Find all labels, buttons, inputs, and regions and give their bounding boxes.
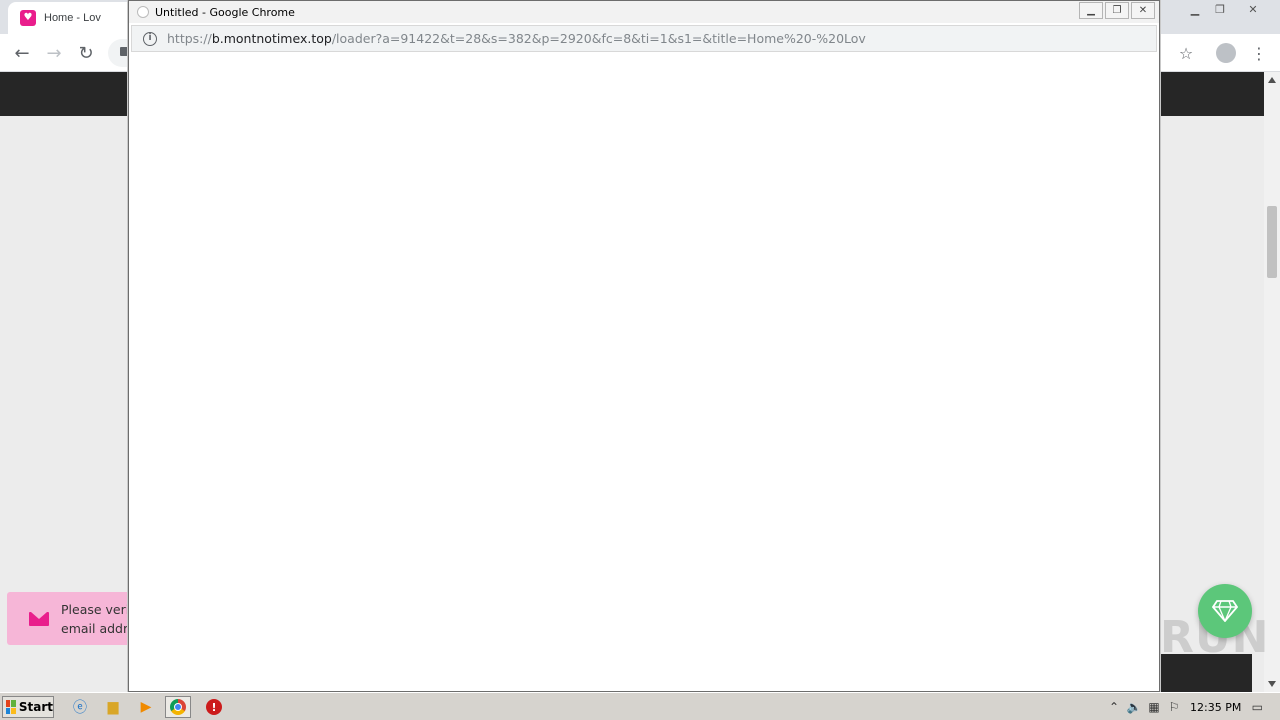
popup-minimize-icon[interactable]: ▁	[1079, 2, 1103, 19]
info-icon[interactable]: i	[143, 31, 157, 46]
chrome-taskbar-button[interactable]	[165, 696, 191, 718]
popup-titlebar[interactable]: Untitled - Google Chrome ▁ ❐ ✕	[129, 1, 1159, 23]
diamond-icon	[1212, 600, 1238, 622]
popup-title: Untitled - Google Chrome	[155, 5, 295, 19]
popup-window-controls: ▁ ❐ ✕	[1079, 2, 1155, 19]
taskbar-clock[interactable]: 12:35 PM	[1190, 701, 1241, 714]
windows-logo-icon	[6, 700, 16, 714]
popup-url[interactable]: https://b.montnotimex.top/loader?a=91422…	[167, 31, 866, 46]
taskbar: Start ⓔ ▆ ▶ ! ⌃ 🔈 ▦ ⚐ 12:35 PM ▭	[0, 692, 1280, 720]
restore-icon[interactable]: ❐	[1207, 0, 1233, 18]
start-button[interactable]: Start	[2, 696, 54, 718]
forward-arrow-icon[interactable]: →	[42, 41, 66, 65]
popup-address-bar[interactable]: i https://b.montnotimex.top/loader?a=914…	[131, 25, 1157, 52]
footer-dark-block	[1160, 654, 1252, 692]
site-heart-icon: ♥	[20, 10, 36, 26]
kebab-menu-icon[interactable]: ⋮	[1247, 41, 1271, 65]
close-icon[interactable]: ✕	[1240, 0, 1266, 18]
popup-browser-window: Untitled - Google Chrome ▁ ❐ ✕ i https:/…	[128, 0, 1160, 692]
stop-sign-icon[interactable]: !	[204, 697, 224, 717]
lock-icon	[120, 47, 128, 56]
chrome-icon	[170, 699, 186, 715]
profile-avatar-icon[interactable]	[1214, 41, 1238, 65]
reload-icon[interactable]: ↻	[74, 41, 98, 65]
tab-title: Home - Lov	[44, 12, 101, 24]
system-tray: ⌃ 🔈 ▦ ⚐ 12:35 PM ▭	[1104, 696, 1278, 718]
popup-maximize-icon[interactable]: ❐	[1105, 2, 1129, 19]
volume-icon[interactable]: 🔈	[1124, 698, 1144, 716]
network-icon[interactable]: ▦	[1144, 698, 1164, 716]
envelope-icon	[29, 611, 49, 626]
diamond-chat-button[interactable]	[1198, 584, 1252, 638]
show-hidden-icons-icon[interactable]: ⌃	[1104, 698, 1124, 716]
url-path: /loader?a=91422&t=28&s=382&p=2920&fc=8&t…	[331, 31, 866, 46]
page-scrollbar[interactable]	[1264, 72, 1280, 692]
popup-close-icon[interactable]: ✕	[1131, 2, 1155, 19]
tab-home[interactable]: ♥ Home - Lov	[8, 2, 138, 34]
media-player-icon[interactable]: ▶	[136, 697, 156, 717]
url-scheme: https://	[167, 31, 212, 46]
scroll-down-icon[interactable]	[1268, 681, 1276, 687]
url-host: b.montnotimex.top	[211, 31, 332, 46]
popup-page-content	[129, 53, 1159, 691]
minimize-icon[interactable]: ▁	[1182, 0, 1208, 18]
folder-icon[interactable]: ▆	[103, 697, 123, 717]
scroll-thumb[interactable]	[1267, 206, 1277, 278]
show-desktop-icon[interactable]: ▭	[1247, 698, 1267, 716]
internet-explorer-icon[interactable]: ⓔ	[70, 697, 90, 717]
page-loading-icon	[137, 6, 149, 18]
action-center-flag-icon[interactable]: ⚐	[1164, 698, 1184, 716]
scroll-up-icon[interactable]	[1268, 77, 1276, 83]
back-arrow-icon[interactable]: ←	[10, 41, 34, 65]
start-label: Start	[18, 700, 53, 714]
bookmark-star-icon[interactable]: ☆	[1174, 41, 1198, 65]
